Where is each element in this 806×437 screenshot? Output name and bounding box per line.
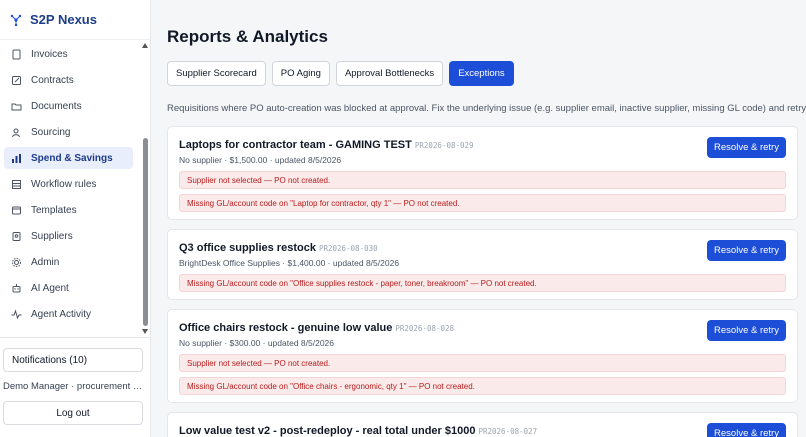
- issue-alert: Supplier not selected — PO not created.: [179, 354, 786, 372]
- card-meta: BrightDesk Office Supplies · $1,400.00 ·…: [179, 258, 400, 268]
- card-title: Low value test v2 - post-redeploy - real…: [179, 425, 786, 437]
- page-description: Requisitions where PO auto-creation was …: [167, 103, 806, 114]
- issue-alert: Missing GL/account code on "Office chair…: [179, 377, 786, 395]
- file-icon: [11, 49, 22, 60]
- sidebar-item-label: Admin: [31, 256, 60, 268]
- card-title: Q3 office supplies restock PR2026-08-030: [179, 242, 786, 255]
- scroll-thumb[interactable]: [143, 138, 148, 326]
- tab-po-aging[interactable]: PO Aging: [271, 61, 330, 86]
- gear-icon: [11, 257, 22, 268]
- sidebar-item-contracts[interactable]: Contracts: [4, 69, 133, 91]
- issue-alert: Missing GL/account code on "Laptop for c…: [179, 194, 786, 212]
- folder-icon: [11, 101, 22, 112]
- main-content: Reports & Analytics Supplier Scorecard PO…: [151, 0, 806, 437]
- sidebar-footer: Notifications (10) Demo Manager · procur…: [0, 337, 150, 437]
- tab-approval-bottlenecks[interactable]: Approval Bottlenecks: [335, 61, 444, 86]
- issue-alert: Missing GL/account code on "Office suppl…: [179, 274, 786, 292]
- sidebar-item-label: Invoices: [31, 48, 68, 60]
- scroll-up-arrow-icon[interactable]: [142, 43, 148, 48]
- sidebar-item-templates[interactable]: Templates: [4, 199, 133, 221]
- page-title: Reports & Analytics: [167, 27, 328, 46]
- sidebar-scrollbar[interactable]: [141, 41, 150, 337]
- exception-card: Low value test v2 - post-redeploy - real…: [167, 412, 798, 437]
- sidebar-item-agent-activity[interactable]: Agent Activity: [4, 303, 133, 325]
- sidebar: S2P Nexus Invoices Contracts Documents Sour…: [0, 0, 151, 437]
- robot-icon: [11, 283, 22, 294]
- template-icon: [11, 205, 22, 216]
- exception-list: Laptops for contractor team - GAMING TES…: [167, 126, 798, 437]
- resolve-retry-button[interactable]: Resolve & retry: [707, 240, 786, 261]
- issue-alert: Supplier not selected — PO not created.: [179, 171, 786, 189]
- issue-list: Missing GL/account code on "Office suppl…: [179, 274, 786, 292]
- tab-supplier-scorecard[interactable]: Supplier Scorecard: [167, 61, 266, 86]
- sidebar-item-spend-and-savings[interactable]: Spend & Savings: [4, 147, 133, 169]
- requisition-number: PR2026-08-028: [395, 324, 455, 333]
- report-tabs: Supplier Scorecard PO Aging Approval Bottl…: [167, 61, 514, 86]
- card-title: Laptops for contractor team - GAMING TES…: [179, 139, 786, 152]
- exception-card: Office chairs restock - genuine low valu…: [167, 309, 798, 403]
- requisition-title: Laptops for contractor team - GAMING TES…: [179, 139, 412, 151]
- card-meta: No supplier · $300.00 · updated 8/5/2026: [179, 338, 335, 348]
- sidebar-item-admin[interactable]: Admin: [4, 251, 133, 273]
- brand[interactable]: S2P Nexus: [0, 0, 150, 40]
- sidebar-item-suppliers[interactable]: Suppliers: [4, 225, 133, 247]
- sidebar-item-label: AI Agent: [31, 282, 69, 294]
- sidebar-item-label: Documents: [31, 100, 82, 112]
- supplier-icon: [11, 231, 22, 242]
- resolve-retry-button[interactable]: Resolve & retry: [707, 137, 786, 158]
- sidebar-item-label: Suppliers: [31, 230, 73, 242]
- requisition-number: PR2026-08-029: [414, 141, 474, 150]
- sidebar-item-label: Contracts: [31, 74, 74, 86]
- network-logo-icon: [10, 14, 22, 26]
- bar-chart-icon: [11, 153, 22, 164]
- sidebar-item-label: Workflow rules: [31, 178, 97, 190]
- requisition-title: Low value test v2 - post-redeploy - real…: [179, 425, 476, 437]
- issue-list: Supplier not selected — PO not created. M…: [179, 171, 786, 212]
- workflow-icon: [11, 179, 22, 190]
- resolve-retry-button[interactable]: Resolve & retry: [707, 423, 786, 437]
- requisition-title: Q3 office supplies restock: [179, 242, 316, 254]
- requisition-number: PR2026-08-030: [318, 244, 378, 253]
- sidebar-item-workflow-rules[interactable]: Workflow rules: [4, 173, 133, 195]
- sidebar-item-sourcing[interactable]: Sourcing: [4, 121, 133, 143]
- requisition-number: PR2026-08-027: [478, 427, 538, 436]
- sidebar-item-label: Spend & Savings: [31, 152, 113, 164]
- resolve-retry-button[interactable]: Resolve & retry: [707, 320, 786, 341]
- sidebar-item-label: Sourcing: [31, 126, 71, 138]
- sidebar-item-label: Agent Activity: [31, 308, 92, 320]
- sidebar-item-invoices[interactable]: Invoices: [4, 43, 133, 65]
- sidebar-item-documents[interactable]: Documents: [4, 95, 133, 117]
- exception-card: Q3 office supplies restock PR2026-08-030 B…: [167, 229, 798, 300]
- logout-button[interactable]: Log out: [3, 401, 143, 425]
- sidebar-item-ai-agent[interactable]: AI Agent: [4, 277, 133, 299]
- issue-list: Supplier not selected — PO not created. M…: [179, 354, 786, 395]
- sidebar-nav: Invoices Contracts Documents Sourcing Spend …: [0, 41, 150, 337]
- requisition-title: Office chairs restock - genuine low valu…: [179, 322, 393, 334]
- exception-card: Laptops for contractor team - GAMING TES…: [167, 126, 798, 220]
- current-user: Demo Manager · procurement manager: [3, 381, 145, 392]
- notifications-button[interactable]: Notifications (10): [3, 348, 143, 372]
- card-meta: No supplier · $1,500.00 · updated 8/5/20…: [179, 155, 342, 165]
- contract-icon: [11, 75, 22, 86]
- card-title: Office chairs restock - genuine low valu…: [179, 322, 786, 335]
- sourcing-icon: [11, 127, 22, 138]
- brand-name: S2P Nexus: [30, 12, 97, 27]
- sidebar-item-label: Templates: [31, 204, 77, 216]
- scroll-down-arrow-icon[interactable]: [142, 329, 148, 334]
- tab-exceptions[interactable]: Exceptions: [449, 61, 514, 86]
- activity-icon: [11, 308, 22, 320]
